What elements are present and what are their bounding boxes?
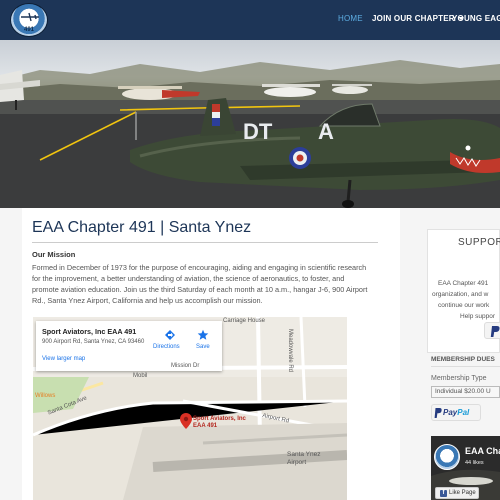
membership-divider (431, 366, 500, 367)
map-place-title: Sport Aviators, Inc EAA 491 (42, 327, 137, 336)
support-line: continue our work (438, 302, 490, 309)
support-title: SUPPORT (458, 237, 500, 248)
paypal-icon (434, 408, 442, 418)
map-pin-label: Sport Aviators, Inc EAA 491 (193, 416, 246, 429)
directions-icon[interactable] (164, 329, 176, 341)
save-button[interactable]: Save (196, 344, 210, 350)
mission-text: Formed in December of 1973 for the purpo… (32, 262, 390, 306)
map-label-mission-dr: Mission Dr (171, 363, 200, 369)
support-line: Help suppor (460, 313, 496, 320)
support-line: EAA Chapter 491 (438, 280, 489, 287)
membership-dues-heading: MEMBERSHIP DUES (431, 356, 495, 363)
map-label-santa-ynez-airport: Santa Ynez Airport (287, 451, 321, 466)
nav-join-our-chapter[interactable]: JOIN OUR CHAPTER (372, 14, 464, 23)
map-label-meadowvale: Meadowvale Rd (287, 329, 293, 373)
hero-code-left: DT (243, 119, 273, 144)
logo-number: 491 (23, 27, 34, 33)
hero-airplane-photo: DT A (0, 40, 500, 208)
support-widget: SUPPORT EAA Chapter 491 organization, an… (427, 229, 500, 353)
map-pin-icon[interactable] (180, 413, 192, 429)
paypal-button[interactable]: PayPal (431, 404, 481, 421)
map-place-address: 900 Airport Rd, Santa Ynez, CA 93460 (42, 339, 145, 345)
mission-line: Formed in December of 1973 for the purpo… (32, 263, 367, 272)
paypal-icon (490, 326, 500, 337)
map-label-carriage-house: Carriage House (223, 318, 266, 324)
view-larger-map-link[interactable]: View larger map (42, 356, 85, 362)
nav-join-label: JOIN OUR CHAPTER (372, 14, 455, 23)
map-label-mobil: Mobil (133, 373, 148, 379)
airplane-icon (21, 12, 39, 22)
facebook-likes-count: 44 likes (465, 460, 484, 466)
title-divider (32, 242, 378, 243)
facebook-like-button[interactable]: f Like Page (435, 487, 479, 499)
google-map-embed[interactable]: Sport Aviators, Inc EAA 491 900 Airport … (33, 317, 347, 500)
eaa-chapter-logo[interactable]: 491 (10, 3, 48, 37)
top-navbar: 491 HOME JOIN OUR CHAPTER YOUNG EAGLES (0, 0, 500, 40)
facebook-page-avatar[interactable] (434, 444, 460, 470)
mission-line: Rd., Santa Ynez Airport, California and … (32, 296, 263, 305)
membership-type-label: Membership Type (431, 375, 487, 382)
page-title: EAA Chapter 491 | Santa Ynez (32, 219, 252, 236)
membership-type-select[interactable]: Individual $20.00 U (431, 386, 500, 398)
map-label-willows: Willows (35, 393, 56, 399)
paypal-pal: Pal (457, 408, 470, 417)
support-paypal-button[interactable] (484, 322, 500, 339)
mission-heading: Our Mission (32, 250, 76, 259)
support-line: organization, and w (432, 291, 489, 298)
directions-button[interactable]: Directions (153, 344, 180, 350)
paypal-pay: Pay (443, 408, 458, 417)
hero-code-right: A (318, 119, 334, 144)
paypal-wordmark: PayPal (443, 408, 469, 417)
mission-line: promote aviation education. Join us the … (32, 285, 368, 294)
facebook-like-label: Like Page (449, 490, 476, 496)
mission-line: for the improvement, a better understand… (32, 274, 345, 283)
right-sidebar: SUPPORT EAA Chapter 491 organization, an… (425, 208, 500, 500)
facebook-page-widget[interactable]: EAA Chap 44 likes f Like Page (431, 436, 500, 500)
facebook-icon: f (440, 490, 447, 497)
star-icon[interactable] (197, 329, 209, 341)
facebook-page-name[interactable]: EAA Chap (465, 446, 500, 456)
nav-home[interactable]: HOME (338, 14, 363, 23)
nav-young-eagles[interactable]: YOUNG EAGLES (452, 14, 500, 23)
